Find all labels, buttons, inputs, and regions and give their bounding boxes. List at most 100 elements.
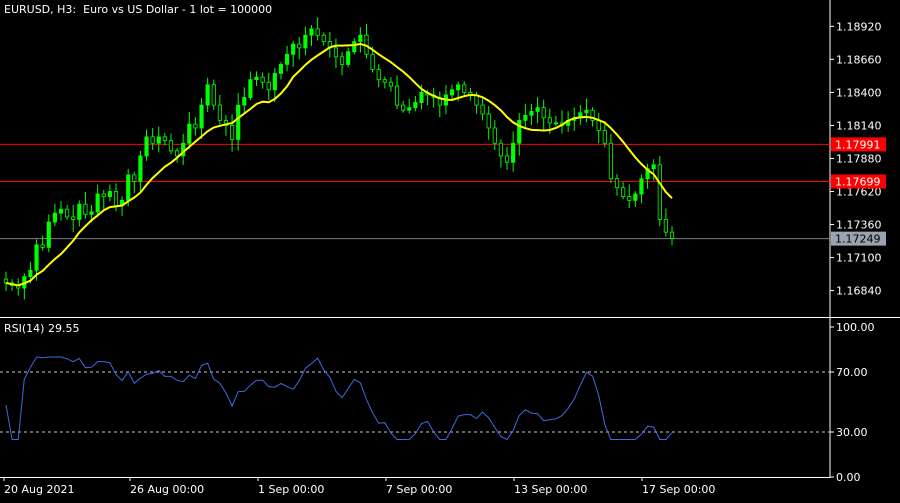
- time-tick-label: 7 Sep 00:00: [386, 483, 452, 496]
- candle-body: [614, 178, 620, 189]
- candle-body: [547, 117, 552, 124]
- rsi-tick-label: 0.00: [836, 471, 861, 484]
- time-tick-label: 17 Sep 00:00: [642, 483, 715, 496]
- candle-body: [608, 142, 613, 180]
- candle-body: [211, 84, 216, 106]
- candle-body: [303, 34, 308, 49]
- candle-body: [138, 155, 143, 182]
- symbol-label: EURUSD: [4, 3, 51, 16]
- candle-body: [40, 244, 45, 248]
- price-tick-label: 1.18660: [836, 53, 882, 66]
- candle-body: [83, 203, 88, 215]
- candle-body: [193, 123, 198, 129]
- rsi-tick-label: 100.00: [836, 321, 875, 334]
- candle-body: [388, 81, 394, 87]
- candle-body: [596, 119, 601, 131]
- candle-body: [346, 51, 351, 65]
- candle-body: [260, 76, 265, 83]
- candle-body: [217, 104, 222, 121]
- candle-body: [156, 136, 161, 144]
- candle-body: [175, 150, 180, 157]
- rsi-tick-label: 30.00: [836, 426, 868, 439]
- time-tick-label: 26 Aug 00:00: [130, 483, 204, 496]
- candle-body: [168, 140, 174, 152]
- candle-body: [309, 28, 314, 36]
- timeframe-label: H3:: [57, 3, 77, 16]
- candle-body: [187, 123, 192, 144]
- candle-body: [315, 28, 320, 36]
- candle-body: [535, 107, 540, 112]
- ma-line: [5, 42, 673, 287]
- candle-body: [229, 125, 235, 140]
- time-tick-label: 13 Sep 00:00: [514, 483, 587, 496]
- candle-body: [339, 56, 345, 65]
- candle-body: [657, 164, 662, 220]
- price-tick-label: 1.18400: [836, 86, 882, 99]
- candle-body: [291, 43, 296, 55]
- candle-body: [101, 193, 106, 197]
- candle-body: [242, 97, 247, 106]
- candle-body: [663, 219, 668, 233]
- candle-body: [144, 136, 149, 157]
- candle-body: [352, 41, 357, 53]
- candle-body: [394, 85, 400, 106]
- candle-body: [358, 34, 363, 42]
- candle-body: [584, 109, 589, 114]
- candle-body: [523, 114, 528, 121]
- candle-body: [492, 127, 497, 144]
- price-tick-label: 1.18920: [836, 20, 882, 33]
- candle-body: [34, 244, 39, 271]
- candle-body: [132, 174, 137, 182]
- candle-body: [669, 231, 675, 239]
- candle-body: [272, 72, 277, 91]
- candle-body: [376, 69, 381, 81]
- candle-body: [413, 102, 418, 109]
- candle-body: [297, 43, 302, 49]
- candle-body: [113, 191, 119, 206]
- rsi-tick-label: 70.00: [836, 366, 868, 379]
- candle-body: [382, 79, 387, 83]
- rsi-header: RSI(14) 29.55: [4, 322, 80, 335]
- candle-body: [639, 178, 644, 195]
- candle-body: [651, 164, 656, 170]
- price-tick-label: 1.16840: [836, 285, 882, 298]
- moving-average: [5, 42, 673, 287]
- candle-body: [486, 113, 491, 129]
- candle-body: [284, 53, 290, 65]
- candle-body: [162, 136, 167, 142]
- candle-body: [58, 208, 64, 214]
- candle-body: [498, 142, 503, 157]
- candle-body: [541, 107, 546, 119]
- candle-body: [511, 142, 516, 163]
- candle-body: [504, 155, 510, 163]
- candle-body: [633, 193, 638, 201]
- candle-body: [517, 119, 522, 144]
- bid-tag-label: 1.17249: [835, 233, 881, 246]
- candle-body: [602, 130, 607, 144]
- candle-body: [236, 104, 241, 140]
- candle-body: [77, 203, 82, 220]
- candle-body: [248, 79, 253, 98]
- price-level-tag-label: 1.17991: [835, 138, 881, 151]
- candle-body: [266, 81, 271, 91]
- chart-header: EURUSD, H3: Euro vs US Dollar - 1 lot = …: [4, 3, 273, 16]
- candle-body: [462, 84, 467, 93]
- time-tick-label: 20 Aug 2021: [4, 483, 74, 496]
- candle-body: [480, 104, 485, 115]
- price-tick-label: 1.17100: [836, 252, 882, 265]
- rsi-line: [5, 356, 673, 441]
- candle-body: [205, 84, 210, 106]
- price-level-tag-label: 1.17699: [835, 175, 881, 188]
- candle-body: [407, 107, 412, 111]
- candle-body: [52, 212, 57, 223]
- candle-body: [89, 211, 94, 215]
- candle-body: [456, 84, 461, 91]
- candle-body: [321, 34, 326, 42]
- candle-body: [278, 64, 284, 74]
- candle-body: [254, 76, 259, 81]
- price-tick-label: 1.18140: [836, 119, 882, 132]
- candle-body: [370, 53, 375, 70]
- candle-body: [71, 216, 76, 220]
- candle-body: [126, 174, 131, 201]
- candle-body: [529, 111, 534, 116]
